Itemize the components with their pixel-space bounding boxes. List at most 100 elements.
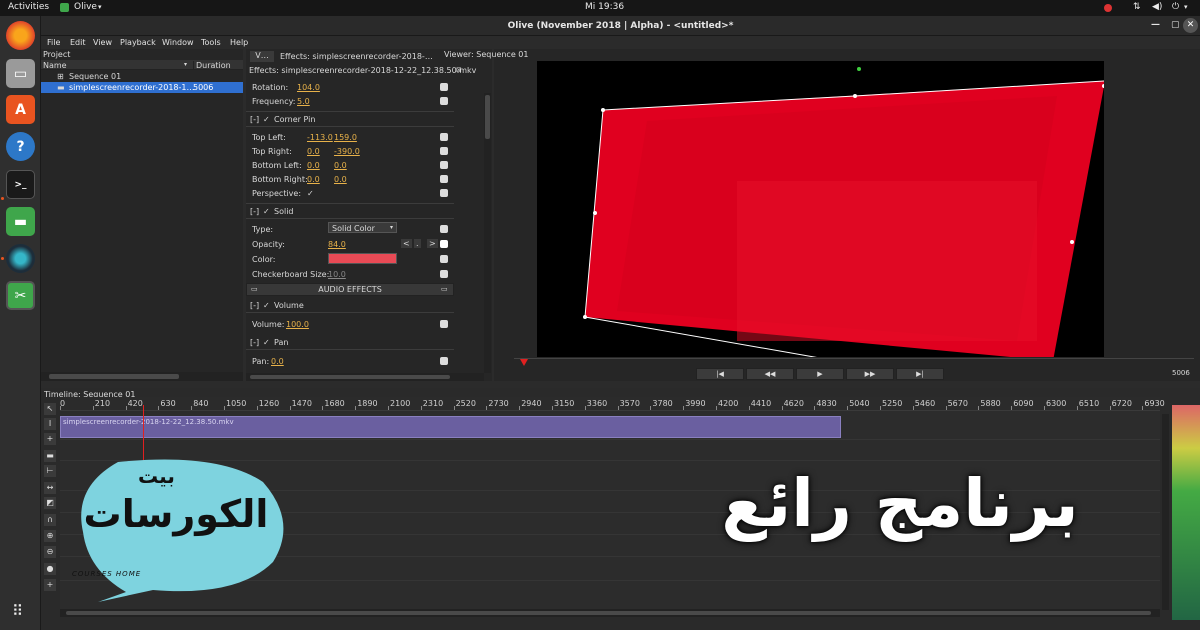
vertical-scrollbar[interactable] [1162,414,1169,610]
enable-checkbox[interactable]: ✓ [263,207,270,216]
slide-tool-icon[interactable]: ↔ [44,482,56,494]
enable-checkbox[interactable]: ✓ [263,301,270,310]
pointer-tool-icon[interactable]: ↖ [44,403,56,415]
enable-checkbox[interactable]: ✓ [263,338,270,347]
keyframe-icon[interactable] [440,225,448,233]
go-to-start-button[interactable]: |◀ [696,368,744,380]
keyframe-icon[interactable] [440,133,448,141]
keyframe-icon[interactable] [440,270,448,278]
app-menu-label[interactable]: Olive [74,2,97,12]
terminal-icon[interactable]: >_ [6,170,35,199]
column-duration[interactable]: Duration [193,61,231,70]
help-icon[interactable]: ? [6,132,35,161]
menu-window[interactable]: Window [162,38,194,47]
expand-icon[interactable]: ▭ [441,285,448,293]
record-icon[interactable]: ● [44,563,56,575]
files-icon[interactable]: ▭ [6,59,35,88]
collapse-button[interactable]: [-] [250,338,259,347]
play-button[interactable]: ▶ [796,368,844,380]
pin-handle[interactable] [583,315,587,319]
keyframe-icon[interactable] [440,97,448,105]
list-item[interactable]: ⊞ Sequence 01 [41,71,243,82]
perspective-checkbox[interactable]: ✓ [307,189,314,198]
keyframe-icon[interactable] [440,320,448,328]
camera-app-icon[interactable] [6,244,35,273]
timeline-ruler[interactable]: 0 210 420 630 840 1050 1260 1470 1680 1890 2100 231… [60,397,1165,411]
pin-handle[interactable] [1070,240,1074,244]
vertical-scrollbar[interactable] [484,93,491,373]
slip-tool-icon[interactable]: ⊢ [44,465,56,477]
menu-edit[interactable]: Edit [70,38,86,47]
collapse-button[interactable]: [-] [250,115,259,124]
ripple-tool-icon[interactable]: + [44,433,56,445]
firefox-icon[interactable] [6,21,35,50]
maximize-button[interactable]: ▢ [1171,20,1180,30]
keyframe-icon[interactable] [440,189,448,197]
type-select[interactable]: Solid Color ▾ [328,222,397,233]
horizontal-scrollbar[interactable] [246,373,484,381]
edit-tool-icon[interactable]: I [44,418,56,430]
pin-handle[interactable] [601,108,605,112]
pin-handle[interactable] [853,94,857,98]
olive-icon[interactable]: ✂ [6,281,35,310]
bottom-right-y[interactable]: 0.0 [334,175,347,184]
go-to-end-button[interactable]: ▶| [896,368,944,380]
top-left-y[interactable]: 159.0 [334,133,357,142]
list-item-selected[interactable]: ▬ simplescreenrecorder-2018-1… 5006 [41,82,243,93]
bottom-right-x[interactable]: 0.0 [307,175,320,184]
tab-effects[interactable]: Effects: simplescreenrecorder-2018-… [280,52,433,61]
menu-tools[interactable]: Tools [201,38,221,47]
color-swatch[interactable] [328,253,397,264]
show-applications-icon[interactable]: ⠿ [12,602,30,620]
next-keyframe-button[interactable]: > [427,239,438,248]
tab-viewer[interactable]: V… [250,51,274,62]
power-icon[interactable]: ⏻ [1172,2,1179,12]
close-button[interactable]: ✕ [1183,18,1198,33]
transition-tool-icon[interactable]: ◩ [44,497,56,509]
keyframe-toggle-icon[interactable] [440,240,448,248]
settings-toggle-icon[interactable]: ▬ [6,207,35,236]
checkerboard-value[interactable]: 10.0 [328,270,346,279]
keyframe-icon[interactable] [440,83,448,91]
volume-value[interactable]: 100.0 [286,320,309,329]
panel-float-icon[interactable]: ⊠ [456,66,462,74]
top-left-x[interactable]: -113.0 [307,133,333,142]
minimize-button[interactable]: — [1151,20,1160,30]
menu-help[interactable]: Help [230,38,248,47]
menu-file[interactable]: File [47,38,60,47]
razor-tool-icon[interactable]: ▬ [44,450,56,462]
snapping-icon[interactable]: ∩ [44,514,56,526]
viewer-canvas[interactable] [537,61,1104,357]
opacity-value[interactable]: 84.0 [328,240,346,249]
keyframe-icon[interactable] [440,147,448,155]
prev-keyframe-button[interactable]: < [401,239,412,248]
add-track-icon[interactable]: + [44,579,56,591]
top-right-x[interactable]: 0.0 [307,147,320,156]
audio-effects-bar[interactable]: ▭ AUDIO EFFECTS ▭ [246,283,454,296]
timeline-clip[interactable]: simplescreenrecorder-2018-12-22_12.38.50… [60,416,841,438]
zoom-in-icon[interactable]: ⊕ [44,530,56,542]
rewind-button[interactable]: ◀◀ [746,368,794,380]
rotation-value[interactable]: 104.0 [297,83,320,92]
top-right-y[interactable]: -390.0 [334,147,360,156]
keyframe-icon[interactable] [440,255,448,263]
frequency-value[interactable]: 5.0 [297,97,310,106]
fast-forward-button[interactable]: ▶▶ [846,368,894,380]
rotation-handle[interactable] [857,67,861,71]
collapse-button[interactable]: [-] [250,207,259,216]
notification-icon[interactable] [1104,4,1112,12]
menu-playback[interactable]: Playback [120,38,156,47]
bottom-left-y[interactable]: 0.0 [334,161,347,170]
viewer-ruler[interactable] [514,358,1194,366]
volume-icon[interactable]: ◀) [1152,2,1162,12]
zoom-out-icon[interactable]: ⊖ [44,546,56,558]
bottom-left-x[interactable]: 0.0 [307,161,320,170]
horizontal-scrollbar[interactable] [60,609,1160,617]
network-icon[interactable]: ⇅ [1133,2,1141,12]
clock[interactable]: Mi 19:36 [585,2,624,12]
pin-handle[interactable] [593,211,597,215]
keyframe-icon[interactable] [440,175,448,183]
enable-checkbox[interactable]: ✓ [263,115,270,124]
keyframe-icon[interactable] [440,161,448,169]
software-center-icon[interactable]: A [6,95,35,124]
